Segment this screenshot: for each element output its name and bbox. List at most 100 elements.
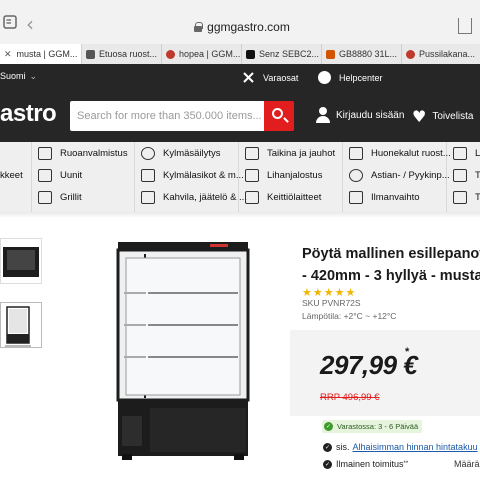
address-bar[interactable]: ggmgastro.com [42, 14, 442, 40]
snowflake-icon [141, 146, 155, 160]
favicon-icon [166, 49, 175, 59]
category-label: Astian- / Pyykinp... [371, 169, 450, 181]
cooking-icon [38, 146, 52, 160]
price-guarantee-link[interactable]: Alhaisimman hinnan hintatakuu [353, 442, 478, 452]
furniture-icon [349, 146, 363, 160]
tab-label: Pussilakana... [419, 49, 476, 59]
check-icon: ✓ [323, 442, 332, 452]
sidebar-icon[interactable] [0, 14, 20, 30]
tab-bar: ✕ musta | GGM... Etuosa ruost... hopea |… [0, 44, 480, 64]
thumbnail-image[interactable] [0, 238, 42, 284]
category-link[interactable]: Ilmanvaihto [349, 186, 420, 208]
fridge-dimensions-thumbnail-icon [5, 306, 31, 347]
browser-toolbar: ‹ ggmgastro.com [0, 0, 480, 44]
price-guarantee-row: ✓ sis. Alhaisimman hinnan hintatakuu [323, 442, 478, 452]
shipping-label: Ilmainen toimitus [336, 459, 404, 469]
category-icon [453, 168, 467, 182]
check-icon: ✓ [323, 459, 332, 469]
help-icon [318, 71, 331, 84]
thumbnail-image[interactable] [0, 302, 42, 348]
guarantee-prefix: sis. [336, 442, 350, 452]
stock-label: Varastossa: 3 - 6 Päivää [337, 422, 419, 431]
blender-icon [245, 190, 259, 204]
product-image[interactable] [110, 240, 256, 462]
category-link[interactable]: Tu [453, 186, 480, 208]
category-link[interactable]: Kylmäsäilytys [141, 142, 221, 164]
price-footnote-marker: * [405, 346, 410, 358]
site-logo[interactable]: astro [0, 100, 57, 128]
back-arrow-icon[interactable]: ‹ [26, 12, 34, 36]
category-link[interactable]: Kylmälasikot & m... [141, 164, 244, 186]
share-icon[interactable] [458, 18, 472, 34]
category-label: Kylmäsäilytys [163, 147, 221, 159]
category-icon [453, 146, 467, 160]
heart-icon: ♥ [412, 107, 427, 126]
category-navigation: Ruoanvalmistus Kylmäsäilytys Taikina ja … [0, 142, 480, 212]
category-link[interactable]: Te [453, 164, 480, 186]
favicon-icon [86, 49, 95, 59]
category-link[interactable]: Grillit [38, 186, 82, 208]
browser-tab[interactable]: Senz SEBC2... [242, 44, 322, 64]
breadcrumb [0, 212, 480, 218]
category-label: Kahvila, jäätelö & ... [163, 191, 247, 203]
chevron-down-icon: ⌄ [29, 71, 38, 81]
login-link[interactable]: Kirjaudu sisään [316, 107, 404, 123]
divider [342, 142, 343, 212]
browser-tab[interactable]: Pussilakana... [402, 44, 480, 64]
fridge-thumbnail-icon [3, 247, 39, 277]
category-label: Kylmälasikot & m... [163, 169, 244, 181]
category-link[interactable]: Keittiölaitteet [245, 186, 321, 208]
user-icon [316, 107, 330, 123]
category-label: Huonekalut ruost... [371, 147, 451, 159]
category-link[interactable]: Astian- / Pyykinp... [349, 164, 450, 186]
tab-label: Etuosa ruost... [99, 49, 158, 59]
category-link[interactable]: Huonekalut ruost... [349, 142, 451, 164]
category-label: Te [475, 169, 480, 181]
lock-icon [194, 22, 204, 32]
category-label: Uunit [60, 169, 83, 181]
category-link[interactable]: Lä [453, 142, 480, 164]
site-top-strip: Suomi ⌄ Varaosat Helpcenter [0, 64, 480, 90]
product-sku: SKU PVNR72S [302, 298, 361, 308]
dough-icon [245, 146, 259, 160]
category-link[interactable]: Kahvila, jäätelö & ... [141, 186, 247, 208]
wishlist-link[interactable]: ♥ Toivelista [412, 107, 473, 126]
category-label: Lihanjalostus [267, 169, 323, 181]
search-icon [272, 108, 283, 119]
product-title: Pöytä mallinen esillepanovitr - 420mm - … [302, 243, 480, 287]
shipping-footnote-marker: ** [403, 461, 409, 467]
washing-machine-icon [349, 168, 363, 182]
helpcenter-link[interactable]: Helpcenter [318, 71, 383, 84]
tools-icon [243, 72, 254, 83]
search-button[interactable] [264, 101, 294, 131]
product-temperature: Lämpötila: +2°C ~ +12°C [302, 311, 397, 321]
stock-badge: ✓ Varastossa: 3 - 6 Päivää [322, 420, 423, 433]
category-icon [453, 190, 467, 204]
language-selector[interactable]: Suomi ⌄ [0, 71, 37, 82]
category-link[interactable]: Lihanjalostus [245, 164, 322, 186]
category-label: Ruoanvalmistus [60, 147, 128, 159]
check-icon: ✓ [324, 422, 333, 431]
oven-icon [38, 168, 52, 182]
url-text: ggmgastro.com [207, 20, 290, 34]
tab-label: Senz SEBC2... [259, 49, 320, 59]
favicon-icon [326, 49, 335, 59]
category-link[interactable]: Taikina ja jauhot [245, 142, 335, 164]
browser-tab[interactable]: hopea | GGM... [162, 44, 242, 64]
ventilation-icon [349, 190, 363, 204]
free-shipping-row: ✓ Ilmainen toimitus ** [323, 459, 408, 469]
close-tab-icon[interactable]: ✕ [4, 49, 12, 60]
search-input[interactable]: Search for more than 350.000 items... [70, 101, 266, 131]
spare-parts-link[interactable]: Varaosat [242, 71, 298, 84]
category-link[interactable]: Ruoanvalmistus [38, 142, 128, 164]
category-link[interactable]: kkeet [0, 164, 23, 186]
spare-parts-label: Varaosat [263, 72, 299, 83]
browser-tab[interactable]: GB8880 31L... [322, 44, 402, 64]
language-label: Suomi [0, 71, 26, 81]
helpcenter-label: Helpcenter [339, 72, 383, 83]
browser-tab[interactable]: Etuosa ruost... [82, 44, 162, 64]
category-label: Lä [475, 147, 480, 159]
category-link[interactable]: Uunit [38, 164, 82, 186]
wishlist-label: Toivelista [432, 111, 474, 122]
browser-tab[interactable]: ✕ musta | GGM... [0, 44, 82, 64]
